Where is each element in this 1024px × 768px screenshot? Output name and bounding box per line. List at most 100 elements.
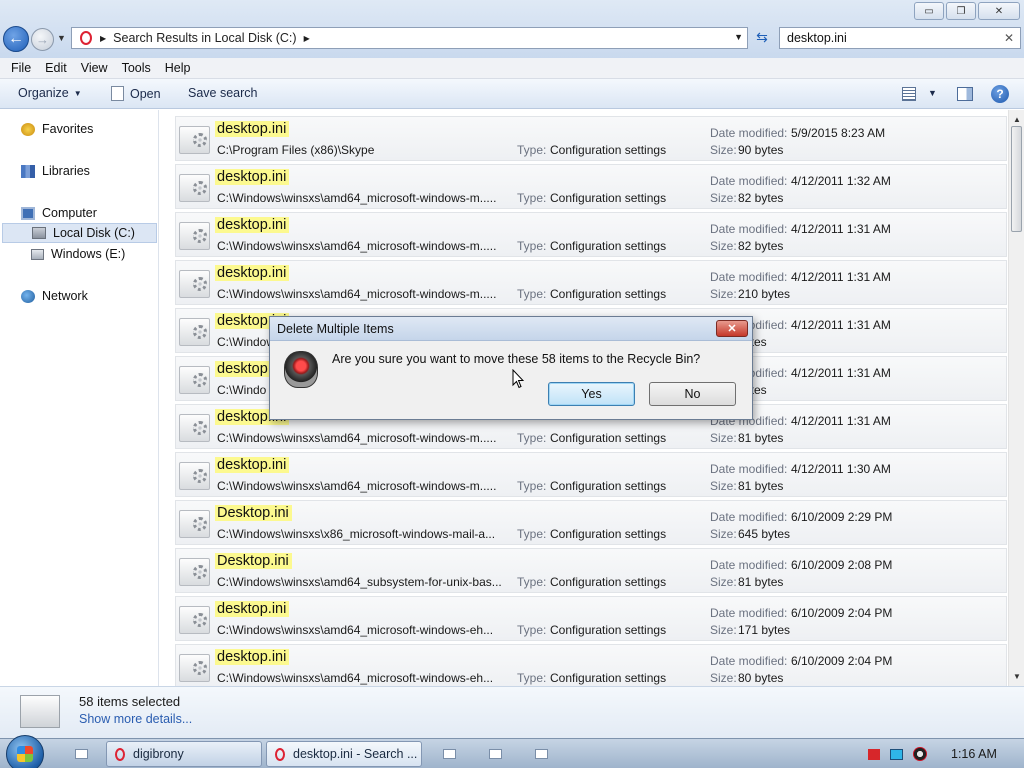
save-search-label: Save search	[188, 86, 258, 100]
clear-search-icon[interactable]: ✕	[1004, 31, 1014, 45]
clock[interactable]: 1:16 AM	[951, 747, 997, 761]
file-path: C:\Windows\winsxs\x86_microsoft-windows-…	[217, 527, 496, 541]
flag-icon[interactable]	[868, 748, 880, 760]
start-button[interactable]	[6, 735, 44, 768]
result-row[interactable]: Desktop.ini C:\Windows\winsxs\x86_microso…	[175, 500, 1007, 545]
save-search-button[interactable]: Save search	[188, 86, 257, 100]
chevron-right-icon[interactable]: ▶	[100, 34, 106, 43]
file-name[interactable]: desktop.ini	[215, 265, 290, 281]
menu-edit[interactable]: Edit	[38, 61, 74, 75]
help-icon[interactable]: ?	[991, 85, 1009, 103]
address-bar[interactable]: ▶ Search Results in Local Disk (C:) ▶ ▼	[71, 27, 748, 49]
type-label: Type:	[517, 479, 547, 493]
file-path: C:\Program Files (x86)\Skype	[217, 143, 375, 157]
nav-computer[interactable]: Computer	[21, 206, 97, 220]
drive-icon	[31, 248, 44, 260]
date-modified-label: Date modified:	[710, 558, 788, 572]
result-row[interactable]: desktop.ini C:\Windows\winsxs\amd64_micro…	[175, 260, 1007, 305]
taskbar-icon[interactable]	[436, 743, 462, 765]
close-button[interactable]: ✕	[978, 2, 1020, 20]
menu-file[interactable]: File	[4, 61, 38, 75]
monitor-icon[interactable]	[890, 748, 903, 760]
result-row[interactable]: desktop.ini C:\Windows\winsxs\amd64_micro…	[175, 644, 1007, 686]
gear-icon	[193, 373, 207, 387]
size-label: Size:	[710, 623, 737, 637]
date-modified: 5/9/2015 8:23 AM	[791, 126, 886, 140]
taskbar-button-digibrony[interactable]: digibrony	[106, 741, 262, 767]
result-row[interactable]: desktop.ini C:\Windows\winsxs\amd64_micro…	[175, 596, 1007, 641]
star-icon	[21, 122, 35, 136]
back-button[interactable]: ←	[3, 26, 29, 52]
maximize-button[interactable]: ❐	[946, 2, 976, 20]
nav-favorites[interactable]: Favorites	[21, 122, 93, 136]
organize-button[interactable]: Organize ▼	[18, 86, 82, 100]
result-row[interactable]: desktop.ini C:\Program Files (x86)\Skype T…	[175, 116, 1007, 161]
history-dropdown[interactable]: ▼	[57, 33, 66, 43]
file-name[interactable]: desktop.ini	[215, 121, 290, 137]
nav-local-disk[interactable]: Local Disk (C:)	[2, 223, 157, 243]
result-row[interactable]: desktop.ini C:\Windows\winsxs\amd64_micro…	[175, 164, 1007, 209]
taskbar-icon[interactable]	[68, 743, 94, 765]
nav-network[interactable]: Network	[21, 289, 88, 303]
config-file-icon	[179, 462, 210, 490]
search-box[interactable]: ✕	[779, 27, 1021, 49]
result-row[interactable]: desktop.ini C:\Windows\winsxs\amd64_micro…	[175, 452, 1007, 497]
gear-icon	[193, 661, 207, 675]
refresh-button[interactable]: ⇆	[751, 29, 773, 47]
title-bar: ▭ ❐ ✕ ← → ▼ ▶ Search Results in Local Di…	[0, 0, 1024, 58]
file-name[interactable]: desktop.ini	[215, 601, 290, 617]
minimize-button[interactable]: ▭	[914, 2, 944, 20]
vertical-scrollbar[interactable]: ▲ ▼	[1008, 110, 1024, 686]
config-file-icon	[179, 126, 210, 154]
preview-pane-icon[interactable]	[957, 87, 973, 101]
menu-tools[interactable]: Tools	[115, 61, 158, 75]
menu-view[interactable]: View	[74, 61, 115, 75]
result-row[interactable]: Desktop.ini C:\Windows\winsxs\amd64_subsy…	[175, 548, 1007, 593]
nav-libraries[interactable]: Libraries	[21, 164, 90, 178]
chevron-down-icon: ▼	[73, 88, 82, 98]
gear-icon	[193, 133, 207, 147]
scroll-up-icon[interactable]: ▲	[1013, 115, 1021, 124]
size-label: Size:	[710, 431, 737, 445]
forward-button[interactable]: →	[31, 28, 54, 51]
file-type: Configuration settings	[550, 479, 667, 493]
taskbar: digibrony desktop.ini - Search ... 1:16 …	[0, 735, 1024, 768]
view-options-dropdown[interactable]: ▼	[928, 88, 937, 98]
date-modified-label: Date modified:	[710, 270, 788, 284]
file-size: 81 bytes	[738, 479, 784, 493]
gear-icon	[193, 229, 207, 243]
open-button[interactable]: Open	[111, 86, 161, 101]
file-path: C:\Windows\winsxs\amd64_microsoft-window…	[217, 287, 497, 301]
arrow-right-icon: →	[36, 32, 49, 47]
date-modified-label: Date modified:	[710, 174, 788, 188]
taskbar-icon[interactable]	[482, 743, 508, 765]
file-name[interactable]: desktop.ini	[215, 457, 290, 473]
selection-count: 58 items selected	[79, 694, 181, 709]
file-name[interactable]: desktop.ini	[215, 217, 290, 233]
open-file-icon	[111, 86, 124, 101]
search-input[interactable]	[780, 28, 995, 48]
gear-icon	[193, 181, 207, 195]
media-icon[interactable]	[913, 747, 927, 761]
show-more-details-link[interactable]: Show more details...	[79, 712, 192, 726]
file-name[interactable]: desktop.ini	[215, 649, 290, 665]
chevron-right-icon[interactable]: ▶	[304, 34, 310, 43]
address-path[interactable]: Search Results in Local Disk (C:)	[113, 31, 296, 45]
file-name[interactable]: Desktop.ini	[215, 505, 292, 521]
yes-button[interactable]: Yes	[548, 382, 635, 406]
file-name[interactable]: Desktop.ini	[215, 553, 292, 569]
file-name[interactable]: desktop.ini	[215, 169, 290, 185]
taskbar-button-search[interactable]: desktop.ini - Search ...	[266, 741, 422, 767]
change-view-icon[interactable]	[902, 87, 916, 101]
nav-windows-e[interactable]: Windows (E:)	[31, 247, 125, 261]
address-dropdown-icon[interactable]: ▼	[734, 32, 743, 42]
result-row[interactable]: desktop.ini C:\Windows\winsxs\amd64_micro…	[175, 212, 1007, 257]
config-file-icon	[179, 558, 210, 586]
no-button[interactable]: No	[649, 382, 736, 406]
menu-help[interactable]: Help	[158, 61, 198, 75]
dialog-close-button[interactable]: ✕	[716, 320, 748, 337]
dialog-body: Are you sure you want to move these 58 i…	[270, 342, 752, 419]
scroll-down-icon[interactable]: ▼	[1013, 672, 1021, 681]
taskbar-icon[interactable]	[528, 743, 554, 765]
scrollbar-thumb[interactable]	[1011, 126, 1022, 232]
